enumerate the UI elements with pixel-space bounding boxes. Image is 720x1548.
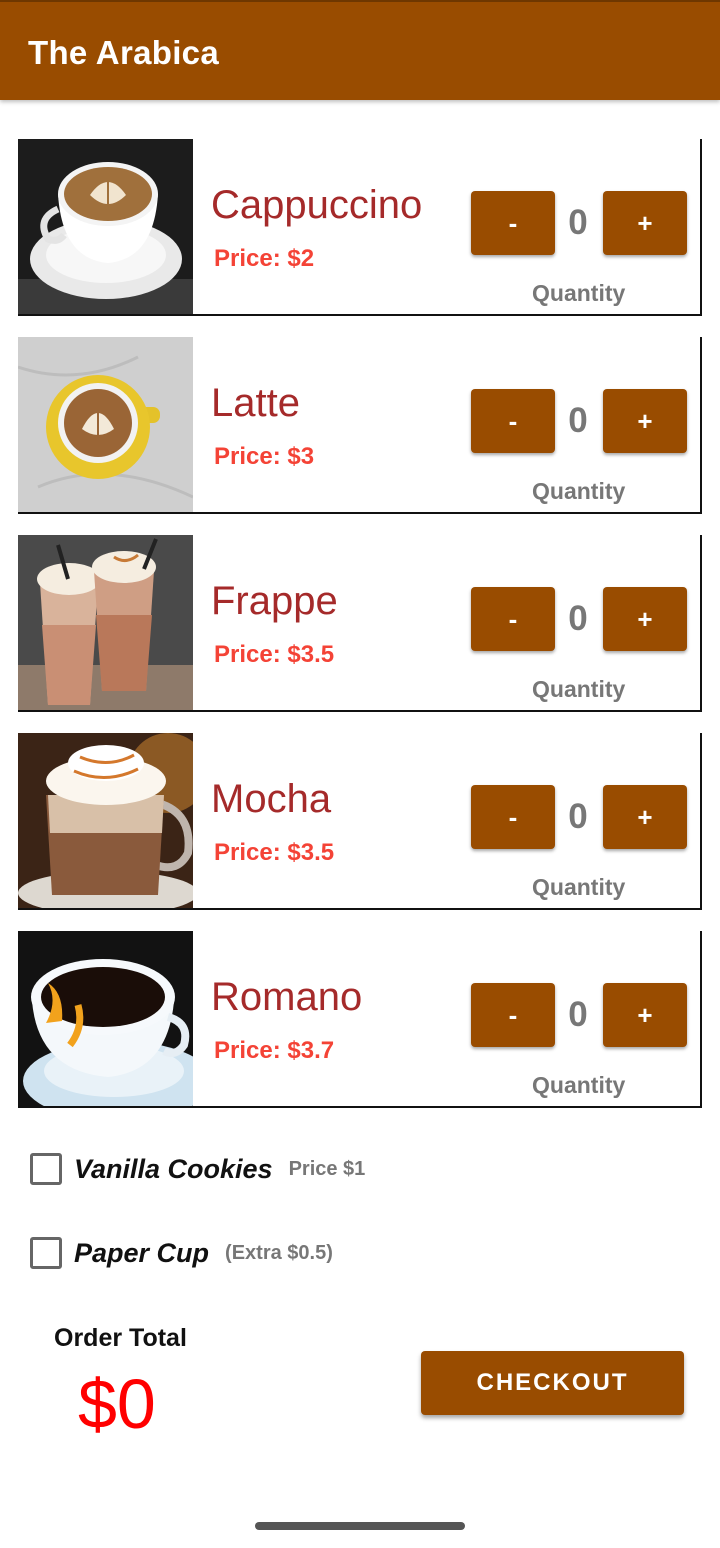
product-name: Romano (211, 975, 363, 1019)
mocha-photo (18, 733, 193, 908)
extra-price: (Extra $0.5) (225, 1241, 333, 1264)
product-price: Price: $3.5 (214, 641, 335, 668)
extra-price: Price $1 (288, 1157, 366, 1180)
quantity-value: 0 (568, 203, 588, 242)
product-card-latte: Latte Price: $3 - 0 + Quantity (18, 337, 702, 514)
product-card-cappuccino: Cappuccino Price: $2 - 0 + Quantity (18, 139, 702, 316)
app-bar: The Arabica (0, 0, 720, 100)
decrement-button[interactable]: - (471, 983, 555, 1047)
quantity-label: Quantity (532, 874, 626, 900)
extra-name: Vanilla Cookies (74, 1153, 273, 1184)
app-title: The Arabica (28, 34, 219, 71)
product-price: Price: $3.5 (214, 839, 335, 866)
latte-photo (18, 337, 193, 512)
product-name: Frappe (211, 579, 338, 623)
decrement-button[interactable]: - (471, 191, 555, 255)
decrement-button[interactable]: - (471, 389, 555, 453)
increment-button[interactable]: + (603, 587, 687, 651)
increment-button[interactable]: + (603, 785, 687, 849)
product-name: Latte (211, 381, 300, 425)
paper-cup-checkbox[interactable] (30, 1237, 62, 1269)
product-name: Cappuccino (211, 183, 423, 227)
product-price: Price: $2 (214, 245, 315, 272)
quantity-value: 0 (568, 797, 588, 836)
quantity-label: Quantity (532, 676, 626, 702)
product-price: Price: $3.7 (214, 1037, 335, 1064)
order-total-label: Order Total (54, 1324, 187, 1352)
quantity-label: Quantity (532, 1072, 626, 1098)
romano-photo (18, 931, 193, 1106)
product-name: Mocha (211, 777, 332, 821)
increment-button[interactable]: + (603, 389, 687, 453)
increment-button[interactable]: + (603, 191, 687, 255)
product-price: Price: $3 (214, 443, 315, 470)
decrement-button[interactable]: - (471, 785, 555, 849)
extra-name: Paper Cup (74, 1237, 210, 1268)
increment-button[interactable]: + (603, 983, 687, 1047)
product-card-mocha: Mocha Price: $3.5 - 0 + Quantity (18, 733, 702, 910)
product-card-romano: Romano Price: $3.7 - 0 + Quantity (18, 931, 702, 1108)
frappe-photo (18, 535, 193, 710)
vanilla-cookies-checkbox[interactable] (30, 1153, 62, 1185)
order-total-value: $0 (78, 1365, 156, 1443)
quantity-value: 0 (568, 995, 588, 1034)
quantity-value: 0 (568, 599, 588, 638)
extra-option-vanilla-cookies[interactable]: Vanilla Cookies Price $1 (30, 1151, 365, 1187)
quantity-label: Quantity (532, 478, 626, 504)
quantity-label: Quantity (532, 280, 626, 306)
quantity-value: 0 (568, 401, 588, 440)
cappuccino-photo (18, 139, 193, 314)
checkout-button[interactable]: CHECKOUT (421, 1351, 684, 1415)
product-card-frappe: Frappe Price: $3.5 - 0 + Quantity (18, 535, 702, 712)
home-indicator[interactable] (255, 1522, 465, 1530)
extra-option-paper-cup[interactable]: Paper Cup (Extra $0.5) (30, 1235, 333, 1271)
product-list: Cappuccino Price: $2 - 0 + Quantity Latt… (18, 139, 702, 1129)
decrement-button[interactable]: - (471, 587, 555, 651)
